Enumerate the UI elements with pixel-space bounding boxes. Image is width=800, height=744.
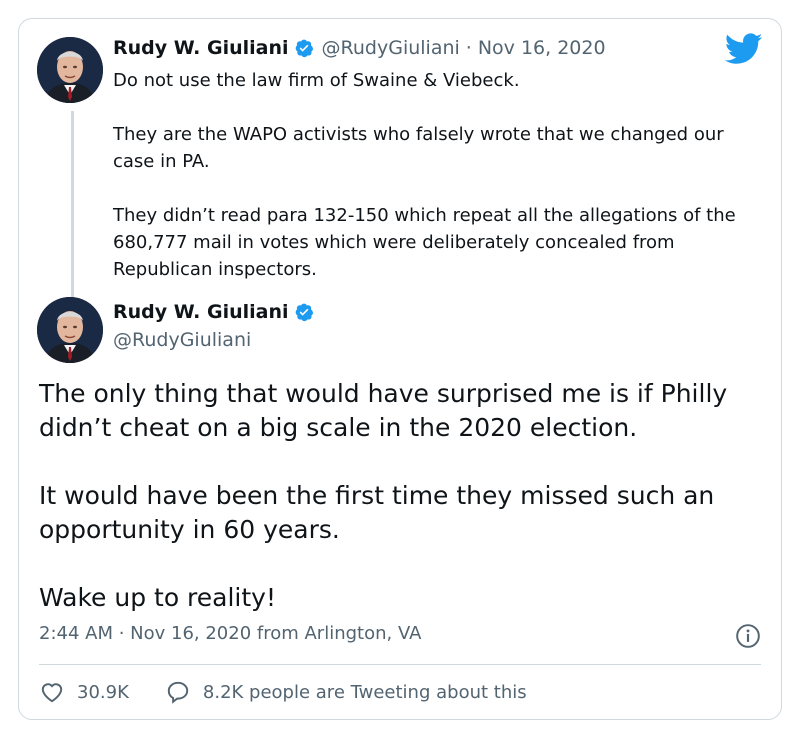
avatar[interactable] (37, 37, 103, 103)
conversation-button[interactable]: 8.2K people are Tweeting about this (165, 679, 527, 705)
author-handle[interactable]: @RudyGiuliani (113, 329, 251, 351)
main-tweet-text: The only thing that would have surprised… (39, 377, 769, 615)
reply-tweet-text: Do not use the law firm of Swaine & Vieb… (113, 67, 753, 283)
avatar-portrait-icon (37, 37, 103, 103)
like-count: 30.9K (77, 681, 129, 703)
conversation-count: 8.2K people are Tweeting about this (202, 681, 527, 703)
author-handle[interactable]: @RudyGiuliani (322, 37, 460, 59)
author-name[interactable]: Rudy W. Giuliani (113, 37, 289, 59)
separator-dot: · (465, 37, 472, 59)
divider (39, 664, 761, 665)
tweet-paragraph: Do not use the law firm of Swaine & Vieb… (113, 70, 520, 91)
tweet-paragraph: Wake up to reality! (39, 583, 276, 612)
author-name[interactable]: Rudy W. Giuliani (113, 301, 289, 323)
avatar-portrait-icon (37, 297, 103, 363)
tweet-paragraph: The only thing that would have surprised… (39, 379, 728, 442)
avatar[interactable] (37, 297, 103, 363)
reply-author-row: Rudy W. Giuliani @RudyGiuliani · Nov 16,… (113, 37, 606, 59)
like-button[interactable]: 30.9K (39, 679, 129, 705)
heart-icon (41, 683, 63, 703)
thread-connector-line (71, 111, 74, 305)
verified-badge-icon (295, 303, 313, 322)
tweet-embed-card: Rudy W. Giuliani @RudyGiuliani · Nov 16,… (18, 18, 782, 720)
main-author-row: Rudy W. Giuliani (113, 301, 322, 323)
tweet-timestamp[interactable]: 2:44 AM · Nov 16, 2020 from Arlington, V… (39, 623, 421, 644)
verified-badge-icon (295, 39, 313, 58)
speech-bubble-icon (167, 681, 189, 704)
tweet-paragraph: They are the WAPO activists who falsely … (113, 124, 724, 172)
info-icon[interactable] (735, 623, 761, 649)
tweet-date[interactable]: Nov 16, 2020 (478, 37, 606, 59)
main-handle-row: @RudyGiuliani (113, 329, 251, 351)
tweet-paragraph: It would have been the first time they m… (39, 481, 715, 544)
tweet-actions: 30.9K 8.2K people are Tweeting about thi… (39, 679, 527, 705)
tweet-paragraph: They didn’t read para 132-150 which repe… (113, 205, 736, 280)
twitter-bird-icon[interactable] (725, 33, 763, 65)
